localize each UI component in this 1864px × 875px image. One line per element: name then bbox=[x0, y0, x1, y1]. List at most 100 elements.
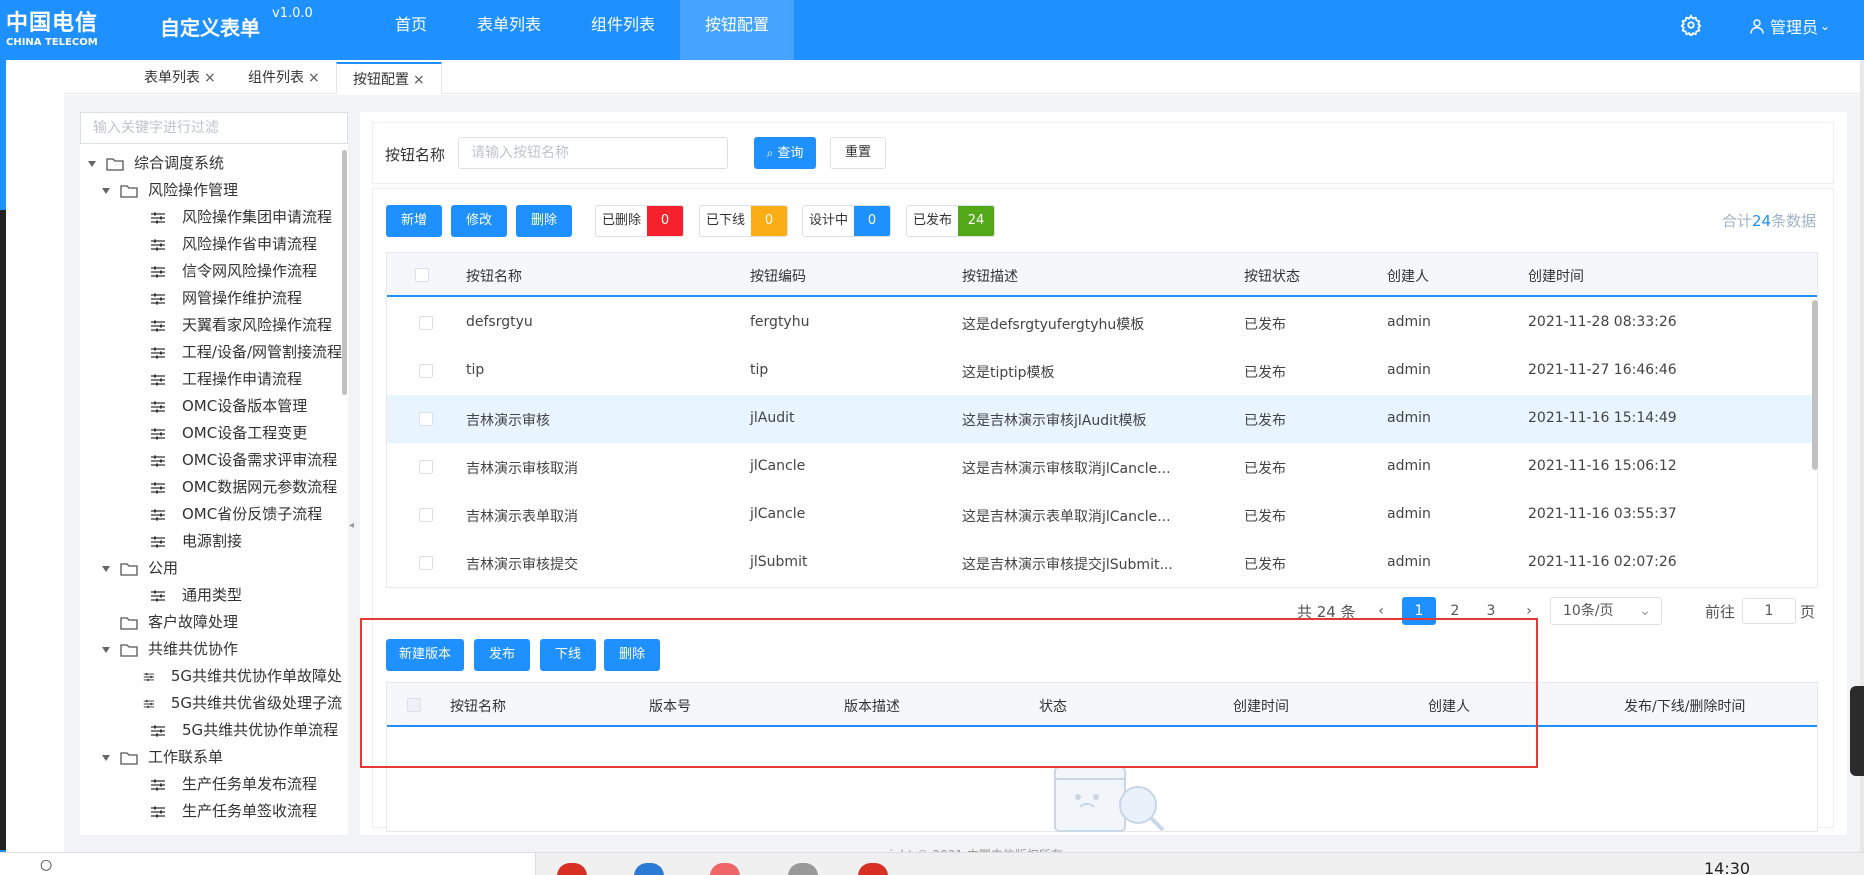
table-scrollbar[interactable] bbox=[1812, 300, 1818, 470]
tree-leaf[interactable]: 风险操作集团申请流程 bbox=[80, 204, 342, 231]
status-badge[interactable]: 已下线 0 bbox=[699, 205, 789, 237]
status-badge[interactable]: 设计中 0 bbox=[802, 205, 892, 237]
taskbar-search[interactable]: ○ bbox=[0, 853, 536, 875]
caret-down-icon[interactable] bbox=[102, 565, 110, 572]
row-checkbox[interactable] bbox=[419, 460, 433, 474]
column-header[interactable]: 创建时间 bbox=[1528, 266, 1584, 286]
row-checkbox[interactable] bbox=[419, 364, 433, 378]
table-row[interactable]: 吉林演示审核 jlAudit 这是吉林演示审核jlAudit模板 已发布 admin 20… bbox=[387, 395, 1817, 443]
user-menu[interactable]: 管理员 ⌄ bbox=[1748, 14, 1830, 38]
app-icon[interactable] bbox=[788, 863, 818, 875]
table-row[interactable]: defsrgtyu fergtyhu 这是defsrgtyufergtyhu模板 已发… bbox=[387, 299, 1817, 347]
nav-form-list[interactable]: 表单列表 bbox=[452, 0, 566, 60]
row-checkbox[interactable] bbox=[419, 316, 433, 330]
tree-leaf[interactable]: 工程操作申请流程 bbox=[80, 366, 342, 393]
tree-folder[interactable]: 工作联系单 bbox=[80, 744, 342, 771]
nav-component-list[interactable]: 组件列表 bbox=[566, 0, 680, 60]
column-header[interactable]: 版本号 bbox=[649, 696, 691, 716]
status-badge[interactable]: 已删除 0 bbox=[595, 205, 685, 237]
column-header[interactable]: 创建人 bbox=[1387, 266, 1429, 286]
column-header[interactable]: 状态 bbox=[1039, 696, 1067, 716]
tree-leaf[interactable]: 网管操作维护流程 bbox=[80, 285, 342, 312]
column-header[interactable]: 创建人 bbox=[1428, 696, 1470, 716]
goto-page-input[interactable]: 1 bbox=[1742, 598, 1796, 624]
column-header[interactable]: 按钮名称 bbox=[466, 266, 522, 286]
row-checkbox[interactable] bbox=[419, 412, 433, 426]
column-header[interactable]: 创建时间 bbox=[1233, 696, 1289, 716]
row-checkbox[interactable] bbox=[419, 508, 433, 522]
tab-form-list[interactable]: 表单列表 × bbox=[128, 62, 232, 94]
table-row[interactable]: tip tip 这是tiptip模板 已发布 admin 2021-11-27 16:46… bbox=[387, 347, 1817, 395]
page-size-select[interactable]: 10条/页 ⌄ bbox=[1550, 597, 1662, 625]
delete-button[interactable]: 删除 bbox=[516, 205, 572, 237]
tree-leaf[interactable]: 风险操作省申请流程 bbox=[80, 231, 342, 258]
search-input[interactable]: 请输入按钮名称 bbox=[458, 137, 728, 169]
tab-component-list[interactable]: 组件列表 × bbox=[232, 62, 336, 94]
caret-down-icon[interactable] bbox=[102, 754, 110, 761]
gear-icon[interactable] bbox=[1680, 14, 1702, 36]
publish-button[interactable]: 发布 bbox=[474, 639, 530, 671]
china-telecom-logo[interactable]: 中国电信 CHINA TELECOM bbox=[0, 0, 140, 60]
tree-leaf[interactable]: 工程/设备/网管割接流程 bbox=[80, 339, 342, 366]
tab-button-config[interactable]: 按钮配置 × bbox=[336, 62, 442, 94]
add-button[interactable]: 新增 bbox=[386, 205, 442, 237]
new-version-button[interactable]: 新建版本 bbox=[386, 639, 464, 671]
column-header[interactable]: 版本描述 bbox=[844, 696, 900, 716]
tree-leaf[interactable]: OMC设备工程变更 bbox=[80, 420, 342, 447]
next-page-button[interactable]: › bbox=[1512, 597, 1546, 625]
page-1-button[interactable]: 1 bbox=[1402, 597, 1436, 625]
sidebar-scrollbar[interactable] bbox=[342, 150, 347, 395]
tree-leaf[interactable]: 生产任务单签收流程 bbox=[80, 798, 342, 825]
nav-button-config[interactable]: 按钮配置 bbox=[680, 0, 795, 60]
tree-leaf[interactable]: OMC省份反馈子流程 bbox=[80, 501, 342, 528]
tree-leaf[interactable]: 通用类型 bbox=[80, 582, 342, 609]
close-icon[interactable]: × bbox=[204, 70, 216, 86]
select-all-checkbox[interactable] bbox=[415, 268, 429, 282]
query-button[interactable]: ⌕ 查询 bbox=[754, 137, 816, 169]
prev-page-button[interactable]: ‹ bbox=[1364, 597, 1398, 625]
sidebar-collapse-icon[interactable]: ◂ bbox=[349, 520, 354, 531]
tree-leaf[interactable]: 生产任务单发布流程 bbox=[80, 771, 342, 798]
caret-down-icon[interactable] bbox=[88, 160, 96, 167]
page-2-button[interactable]: 2 bbox=[1438, 597, 1472, 625]
tree-leaf[interactable]: OMC设备版本管理 bbox=[80, 393, 342, 420]
nav-home[interactable]: 首页 bbox=[370, 0, 452, 60]
tree-folder[interactable]: 公用 bbox=[80, 555, 342, 582]
caret-down-icon[interactable] bbox=[102, 187, 110, 194]
column-header[interactable]: 按钮描述 bbox=[962, 266, 1018, 286]
caret-down-icon[interactable] bbox=[102, 646, 110, 653]
tree-leaf[interactable]: OMC数据网元参数流程 bbox=[80, 474, 342, 501]
tree-leaf[interactable]: 信令网风险操作流程 bbox=[80, 258, 342, 285]
page-3-button[interactable]: 3 bbox=[1474, 597, 1508, 625]
tree-folder[interactable]: 共维共优协作 bbox=[80, 636, 342, 663]
tree-folder[interactable]: 风险操作管理 bbox=[80, 177, 342, 204]
table-row[interactable]: 吉林演示表单取消 jlCancle 这是吉林演示表单取消jlCancle... 已发布… bbox=[387, 491, 1817, 539]
tree-leaf[interactable]: OMC设备需求评审流程 bbox=[80, 447, 342, 474]
app-icon[interactable] bbox=[858, 863, 888, 875]
row-checkbox[interactable] bbox=[419, 556, 433, 570]
tree-folder[interactable]: 综合调度系统 bbox=[80, 150, 342, 177]
status-badge[interactable]: 已发布 24 bbox=[906, 205, 996, 237]
tree-leaf[interactable]: 5G共维共优协作单流程 bbox=[80, 717, 342, 744]
close-icon[interactable]: × bbox=[308, 70, 320, 86]
table-row[interactable]: 吉林演示审核提交 jlSubmit 这是吉林演示审核提交jlSubmit... 已发布… bbox=[387, 539, 1817, 587]
tree-leaf[interactable]: 5G共维共优协作单故障处 bbox=[80, 663, 342, 690]
offline-button[interactable]: 下线 bbox=[540, 639, 596, 671]
version-select-all-checkbox[interactable] bbox=[407, 698, 421, 712]
tree-filter-input[interactable]: 输入关键字进行过滤 bbox=[80, 112, 348, 144]
app-icon[interactable] bbox=[634, 863, 664, 875]
delete-version-button[interactable]: 删除 bbox=[604, 639, 660, 671]
tree-folder[interactable]: 客户故障处理 bbox=[80, 609, 342, 636]
column-header[interactable]: 发布/下线/删除时间 bbox=[1624, 696, 1745, 716]
app-icon[interactable] bbox=[557, 863, 587, 875]
close-icon[interactable]: × bbox=[413, 72, 425, 88]
column-header[interactable]: 按钮状态 bbox=[1244, 266, 1300, 286]
table-row[interactable]: 吉林演示审核取消 jlCancle 这是吉林演示审核取消jlCancle... 已发布… bbox=[387, 443, 1817, 491]
tree-leaf[interactable]: 5G共维共优省级处理子流 bbox=[80, 690, 342, 717]
reset-button[interactable]: 重置 bbox=[830, 137, 886, 169]
column-header[interactable]: 按钮编码 bbox=[750, 266, 806, 286]
column-header[interactable]: 按钮名称 bbox=[450, 696, 506, 716]
app-icon[interactable] bbox=[710, 863, 740, 875]
edit-button[interactable]: 修改 bbox=[451, 205, 507, 237]
tree-leaf[interactable]: 天翼看家风险操作流程 bbox=[80, 312, 342, 339]
